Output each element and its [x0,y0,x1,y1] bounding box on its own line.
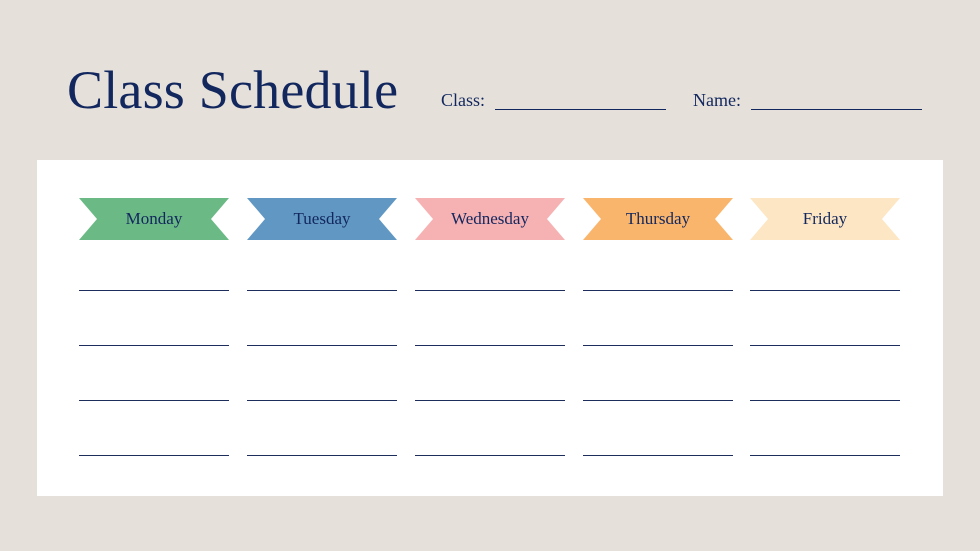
class-field: Class: [441,89,667,111]
entry-line[interactable] [415,290,565,291]
name-label: Name: [693,90,741,110]
entry-line[interactable] [583,455,733,456]
entry-line[interactable] [750,455,900,456]
class-label: Class: [441,90,486,110]
day-ribbon-thursday: Thursday [583,198,733,240]
page-title: Class Schedule [67,60,399,120]
day-label: Thursday [625,209,691,228]
entry-line[interactable] [79,400,229,401]
entry-line[interactable] [79,290,229,291]
day-ribbon-friday: Friday [750,198,900,240]
entry-line[interactable] [247,400,397,401]
day-ribbon-tuesday: Tuesday [247,198,397,240]
entry-line[interactable] [750,290,900,291]
day-label: Friday [802,209,848,228]
entry-line[interactable] [583,290,733,291]
day-label: Monday [125,209,183,228]
entry-line[interactable] [247,345,397,346]
entry-line[interactable] [247,290,397,291]
entry-line[interactable] [247,455,397,456]
entry-line[interactable] [79,345,229,346]
class-input-line[interactable] [495,109,667,110]
day-column-monday: Monday [79,198,229,456]
day-column-friday: Friday [750,198,900,456]
day-ribbon-monday: Monday [79,198,229,240]
day-label: Wednesday [451,209,529,228]
day-column-wednesday: Wednesday [415,198,565,456]
entry-line[interactable] [583,345,733,346]
entry-line[interactable] [415,400,565,401]
day-column-tuesday: Tuesday [247,198,397,456]
name-input-line[interactable] [750,109,922,110]
entry-line[interactable] [583,400,733,401]
entry-line[interactable] [750,345,900,346]
entry-line[interactable] [79,455,229,456]
entry-line[interactable] [750,400,900,401]
entry-line[interactable] [415,345,565,346]
day-ribbon-wednesday: Wednesday [415,198,565,240]
schedule-panel: Monday Tuesday Wednesday Thursday Friday [37,160,943,496]
name-field: Name: [693,89,922,111]
entry-line[interactable] [415,455,565,456]
day-label: Tuesday [293,209,351,228]
day-column-thursday: Thursday [583,198,733,456]
